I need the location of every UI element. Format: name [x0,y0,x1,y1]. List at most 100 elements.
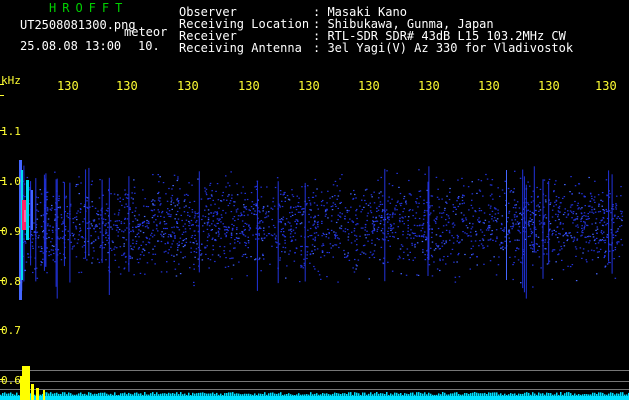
noise-speck [577,202,579,204]
noise-speck [458,276,461,278]
noise-speck [233,201,235,203]
noise-speck [360,227,363,229]
noise-speck [187,214,189,216]
noise-speck [154,204,156,206]
signal-sample [34,394,36,396]
noise-speck [154,253,157,255]
noise-speck [60,214,63,216]
noise-speck [327,237,330,239]
noise-speck [470,248,473,250]
noise-speck [177,178,179,180]
noise-speck [334,195,336,197]
noise-speck [220,200,222,202]
noise-speck [513,199,516,201]
noise-speck [379,203,382,206]
noise-speck [233,225,235,227]
noise-speck [557,254,559,256]
noise-speck [270,234,273,236]
noise-speck [520,261,522,263]
noise-speck [259,220,261,222]
noise-speck [425,236,427,238]
noise-speck [230,234,233,236]
noise-speck [136,258,139,260]
noise-speck [328,232,330,234]
noise-speck [348,233,350,235]
noise-speck [614,246,617,249]
noise-speck [413,244,416,246]
noise-speck [105,209,108,211]
noise-speck [538,210,540,212]
noise-speck [71,248,74,250]
noise-speck [58,199,60,202]
noise-speck [394,209,396,211]
noise-speck [344,215,346,217]
noise-speck [379,223,382,225]
noise-speck [572,211,575,213]
noise-speck [148,242,151,244]
signal-sample [254,393,256,396]
noise-speck [119,246,122,248]
noise-speck [211,195,213,197]
noise-speck [313,265,315,268]
noise-speck [247,247,249,249]
noise-speck [292,235,295,238]
noise-speck [357,259,360,261]
noise-speck [226,232,228,234]
noise-speck [106,239,108,241]
noise-speck [160,271,163,273]
noise-speck [381,195,384,197]
signal-sample [40,394,42,396]
noise-speck [321,222,323,224]
noise-speck [590,195,593,197]
noise-speck [567,238,569,241]
noise-speck [260,238,263,240]
noise-speck [445,224,448,226]
signal-sample [534,393,536,396]
noise-speck [136,233,138,236]
signal-sample [276,393,278,396]
noise-speck [584,205,586,207]
echo-column [31,190,33,230]
noise-speck [477,221,480,223]
noise-speck [398,219,401,221]
noise-speck [369,251,372,253]
noise-speck [536,205,538,207]
noise-speck [114,246,116,248]
noise-speck [364,229,366,231]
noise-speck [419,224,421,226]
noise-speck [346,211,349,213]
noise-speck [172,202,175,204]
noise-speck [549,223,552,225]
noise-speck [314,226,317,228]
noise-speck [46,272,48,274]
signal-sample [108,394,110,396]
noise-speck [276,242,278,244]
noise-speck [491,218,493,220]
noise-speck [594,180,596,182]
noise-speck [339,178,341,180]
noise-speck [171,226,173,229]
signal-sample [348,392,350,396]
noise-speck [75,256,78,258]
noise-speck [76,242,79,244]
noise-speck [387,200,389,202]
noise-speck [439,212,441,214]
noise-speck [445,229,448,231]
noise-speck [403,198,405,200]
noise-speck [317,208,319,210]
noise-speck [546,253,548,255]
noise-speck [480,229,482,231]
noise-speck [83,205,86,208]
signal-sample [252,394,254,396]
noise-speck [391,232,394,234]
noise-streak [533,166,535,253]
signal-sample [314,393,316,396]
noise-speck [471,199,473,201]
noise-speck [177,218,180,220]
noise-speck [314,240,316,242]
noise-speck [201,243,203,245]
noise-speck [177,176,179,178]
noise-speck [327,217,329,219]
noise-speck [487,229,490,231]
noise-speck [220,237,222,239]
